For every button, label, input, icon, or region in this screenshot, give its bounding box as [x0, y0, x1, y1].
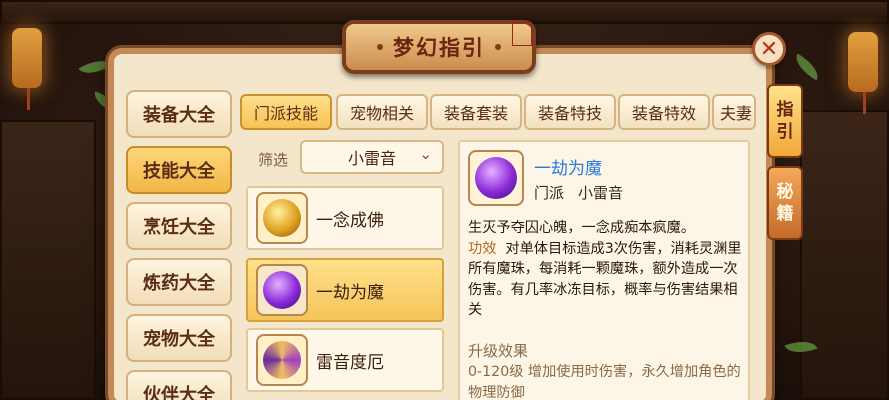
close-button[interactable]: ✕: [752, 32, 786, 66]
side-tab-char: 籍: [776, 204, 794, 224]
tab-equipment-skills[interactable]: 装备特技: [524, 94, 616, 130]
category-label: 技能大全: [143, 161, 215, 182]
tab-label: 装备特技: [537, 104, 602, 123]
upgrade-text: 0-120级 增加使用时伤害，永久增加角色的物理防御: [468, 364, 741, 400]
tab-equipment-sets[interactable]: 装备套装: [430, 94, 522, 130]
orb-graphic: [475, 157, 517, 199]
seal-stamp: [512, 22, 532, 46]
skill-name: 一劫为魔: [316, 282, 384, 303]
school-label: 门派: [534, 184, 565, 202]
orb-graphic: [263, 341, 301, 379]
skill-item-yijieweimo[interactable]: 一劫为魔: [246, 258, 444, 322]
chevron-down-icon: ⌄: [419, 145, 432, 163]
detail-school: 门派 小雷音: [534, 182, 637, 203]
category-label: 装备大全: [143, 105, 215, 126]
effect-line: 功效 对单体目标造成3次伤害，消耗灵渊里所有魔珠，每消耗一颗魔珠，额外造成一次伤…: [468, 239, 742, 321]
side-tab-secrets[interactable]: 秘 籍: [767, 166, 803, 240]
leaf-decor: [790, 53, 824, 81]
category-pets[interactable]: 宠物大全: [126, 314, 232, 362]
detail-skill-name: 一劫为魔: [534, 159, 602, 179]
orb-graphic: [263, 199, 301, 237]
category-label: 炼药大全: [143, 273, 215, 294]
tab-school-skills[interactable]: 门派技能: [240, 94, 332, 130]
school-value: 小雷音: [578, 184, 624, 202]
title-dot-icon: [495, 44, 501, 50]
lantern-right: [846, 30, 880, 114]
school-filter-select[interactable]: 小雷音 ⌄: [300, 140, 444, 174]
effect-text: 对单体目标造成3次伤害，消耗灵渊里所有魔珠，每消耗一颗魔珠，额外造成一次伤害。有…: [468, 240, 742, 319]
skill-item-leiyinduee[interactable]: 雷音度厄: [246, 328, 444, 392]
tab-label: 宠物相关: [349, 104, 414, 123]
side-tab-char: 指: [776, 100, 794, 120]
purple-demon-icon: [468, 150, 524, 206]
detail-description: 生灭予夺囚心魄，一念成痴本疯魔。 功效 对单体目标造成3次伤害，消耗灵渊里所有魔…: [468, 218, 742, 321]
category-label: 烹饪大全: [143, 217, 215, 238]
skill-item-yinianchengfo[interactable]: 一念成佛: [246, 186, 444, 250]
swirl-orb-icon: [256, 334, 308, 386]
filter-value: 小雷音: [347, 149, 396, 168]
category-partners[interactable]: 伙伴大全: [126, 370, 232, 400]
skill-name: 一念成佛: [316, 210, 384, 231]
category-cooking[interactable]: 烹饪大全: [126, 202, 232, 250]
purple-demon-icon: [256, 264, 308, 316]
category-equipment[interactable]: 装备大全: [126, 90, 232, 138]
filter-label: 筛选: [258, 151, 289, 169]
skill-detail-panel: 一劫为魔 门派 小雷音 生灭予夺囚心魄，一念成痴本疯魔。 功效 对单体目标造成3次…: [458, 140, 750, 400]
tab-label: 装备套装: [443, 104, 508, 123]
title-dot-icon: [377, 44, 383, 50]
page-title: 梦幻指引: [393, 35, 485, 60]
tab-label: 门派技能: [253, 104, 318, 123]
tab-equipment-effects[interactable]: 装备特效: [618, 94, 710, 130]
category-label: 伙伴大全: [143, 385, 215, 400]
bg-shelf-right: [800, 110, 889, 400]
gold-orb-icon: [256, 192, 308, 244]
tab-label: 夫妻: [720, 104, 753, 123]
side-tab-char: 引: [776, 122, 794, 142]
leaf-decor: [78, 53, 112, 81]
tab-pet-related[interactable]: 宠物相关: [336, 94, 428, 130]
side-tab-char: 秘: [776, 182, 794, 202]
category-skills[interactable]: 技能大全: [126, 146, 232, 194]
skill-name: 雷音度厄: [316, 352, 384, 373]
effect-label: 功效: [468, 240, 497, 257]
lantern-left: [10, 26, 44, 110]
close-icon: ✕: [759, 36, 779, 62]
category-label: 宠物大全: [143, 329, 215, 350]
description-line: 生灭予夺囚心魄，一念成痴本疯魔。: [468, 220, 696, 236]
tab-label: 装备特效: [631, 104, 696, 123]
bg-shelf-left: [0, 120, 96, 400]
orb-graphic: [263, 271, 301, 309]
upgrade-title: 升级效果: [468, 342, 529, 360]
title-plaque: 梦幻指引: [342, 20, 536, 74]
tab-couple[interactable]: 夫妻: [712, 94, 756, 130]
side-tab-guide[interactable]: 指 引: [767, 84, 803, 158]
skill-list[interactable]: 一念成佛 一劫为魔 雷音度厄: [246, 186, 444, 400]
category-alchemy[interactable]: 炼药大全: [126, 258, 232, 306]
